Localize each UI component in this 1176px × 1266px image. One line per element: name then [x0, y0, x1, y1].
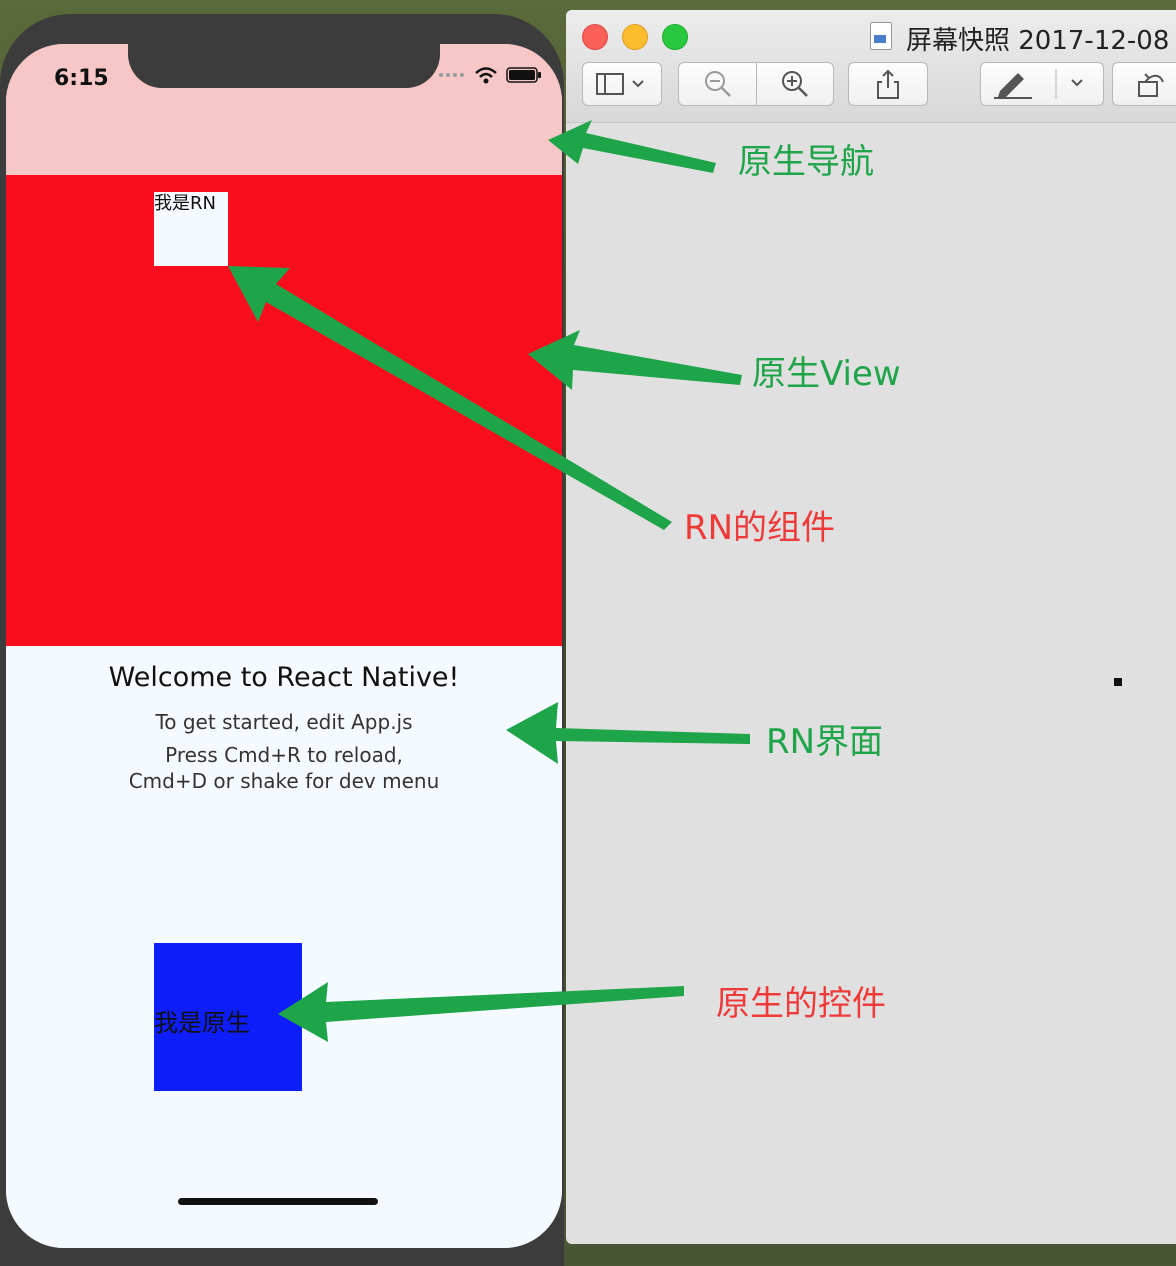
signal-dots-icon — [439, 73, 464, 77]
sidebar-icon — [596, 73, 644, 95]
rn-component-box: 我是RN — [154, 192, 228, 266]
minimize-window-button[interactable] — [622, 24, 648, 50]
welcome-title: Welcome to React Native! — [108, 662, 460, 693]
native-control[interactable]: 我是原生 — [154, 943, 302, 1091]
window-titlebar: 屏幕快照 2017-12-08 下 — [566, 10, 1176, 123]
preview-window: 屏幕快照 2017-12-08 下 — [566, 10, 1176, 1244]
instructions-line-1: To get started, edit App.js — [155, 710, 413, 734]
instructions-line-3: Cmd+D or shake for dev menu — [128, 769, 440, 793]
battery-icon — [506, 67, 541, 83]
phone-notch — [128, 44, 440, 88]
native-view — [6, 175, 562, 646]
status-icons — [438, 66, 542, 84]
sidebar-toggle-button[interactable] — [582, 62, 662, 106]
iphone-simulator-frame: 6:15 我是RN Welcome to React Native! To ge… — [0, 14, 564, 1266]
share-button[interactable] — [848, 62, 928, 106]
share-icon — [877, 69, 899, 99]
label-rn-component: RN的组件 — [684, 508, 836, 548]
zoom-out-icon — [704, 71, 731, 97]
markup-icon — [994, 69, 1083, 99]
rotate-button[interactable] — [1112, 62, 1176, 106]
zoom-in-button[interactable] — [756, 69, 833, 99]
close-window-button[interactable] — [582, 24, 608, 50]
stray-pixel-mark — [1114, 678, 1122, 686]
native-control-label: 我是原生 — [154, 1009, 250, 1037]
markup-button[interactable] — [980, 62, 1104, 106]
wifi-icon — [475, 67, 497, 84]
zoom-window-button[interactable] — [662, 24, 688, 50]
rotate-icon — [1138, 73, 1164, 97]
instructions-line-2: Press Cmd+R to reload, — [165, 743, 403, 767]
label-rn-screen: RN界面 — [766, 722, 884, 762]
label-native-nav: 原生导航 — [738, 142, 874, 182]
zoom-separator — [756, 62, 757, 106]
label-native-control: 原生的控件 — [716, 984, 886, 1024]
window-title: 屏幕快照 2017-12-08 下 — [906, 26, 1176, 56]
zoom-out-button[interactable] — [679, 69, 756, 99]
label-native-view: 原生View — [752, 354, 901, 394]
rn-screen: Welcome to React Native! To get started,… — [6, 646, 562, 1248]
document-icon — [870, 22, 892, 50]
phone-screen: 6:15 我是RN Welcome to React Native! To ge… — [6, 44, 562, 1248]
status-time: 6:15 — [54, 66, 109, 91]
zoom-in-icon — [781, 71, 808, 97]
home-indicator[interactable] — [178, 1198, 378, 1205]
